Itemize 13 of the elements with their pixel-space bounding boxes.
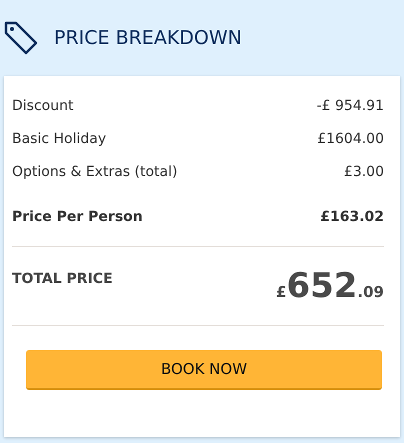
price-value: -£ 954.91 — [316, 97, 384, 116]
section-title: PRICE BREAKDOWN — [54, 26, 242, 51]
price-label: Discount — [12, 97, 74, 116]
tag-icon — [4, 21, 38, 55]
price-value: £3.00 — [344, 163, 384, 182]
price-label: Price Per Person — [12, 208, 143, 227]
total-label: TOTAL PRICE — [12, 270, 113, 288]
price-label: Basic Holiday — [12, 130, 106, 149]
price-value: £1604.00 — [317, 130, 384, 149]
price-value: £163.02 — [320, 208, 384, 227]
total-amount: £652.09 — [276, 264, 384, 308]
price-label: Options & Extras (total) — [12, 163, 178, 182]
book-now-button[interactable]: BOOK NOW — [26, 350, 382, 390]
